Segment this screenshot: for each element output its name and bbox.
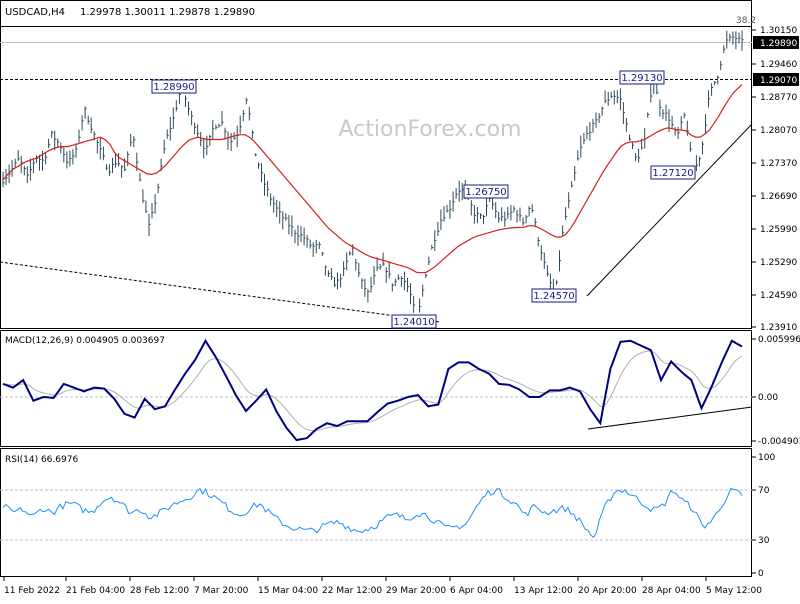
annotation-1-29130: 1.29130 bbox=[619, 70, 665, 85]
annotation-1-27120: 1.27120 bbox=[650, 165, 696, 180]
time-tick: 21 Feb 04:00 bbox=[66, 586, 125, 596]
price-tick: 1.23910 bbox=[760, 323, 797, 333]
svg-text:1.24570: 1.24570 bbox=[533, 291, 574, 302]
rsi-tick: 100 bbox=[758, 453, 775, 463]
time-tick: 22 Mar 12:00 bbox=[322, 586, 382, 596]
time-tick: 13 Apr 12:00 bbox=[514, 586, 573, 596]
macd-tick: -0.004901 bbox=[758, 437, 800, 447]
rsi-tick: 0 bbox=[758, 569, 764, 579]
annotation-1-24010: 1.24010 bbox=[391, 314, 437, 329]
time-tick: 28 Feb 12:00 bbox=[130, 586, 189, 596]
symbol-label: USDCAD,H4 bbox=[5, 7, 65, 18]
annotation-1-26750: 1.26750 bbox=[463, 184, 509, 199]
macd-tick: 0.005996 bbox=[758, 335, 800, 345]
time-tick: 20 Apr 20:00 bbox=[578, 586, 637, 596]
background bbox=[0, 0, 800, 600]
price-tick: 1.28070 bbox=[760, 126, 797, 136]
svg-text:1.29070: 1.29070 bbox=[760, 76, 797, 86]
svg-text:1.29130: 1.29130 bbox=[621, 73, 662, 84]
price-tick: 1.27370 bbox=[760, 159, 797, 169]
time-tick: 29 Mar 20:00 bbox=[386, 586, 446, 596]
ohlc-readout: 1.29978 1.30011 1.29878 1.29890 bbox=[80, 7, 255, 18]
svg-text:1.24010: 1.24010 bbox=[393, 317, 434, 328]
annotation-1-28990: 1.28990 bbox=[151, 79, 197, 94]
annotation-1-24570: 1.24570 bbox=[531, 288, 577, 303]
time-tick: 28 Apr 04:00 bbox=[642, 586, 701, 596]
svg-text:1.27120: 1.27120 bbox=[652, 168, 693, 179]
rsi-tick: 70 bbox=[758, 486, 770, 496]
time-tick: 15 Mar 04:00 bbox=[258, 586, 318, 596]
price-tick: 1.26690 bbox=[760, 192, 797, 202]
macd-label: MACD(12,26,9) 0.004905 0.003697 bbox=[5, 336, 165, 346]
price-tick: 1.29460 bbox=[760, 60, 797, 70]
chart-root: ActionForex.com USDCAD,H4 1.29978 1.3001… bbox=[0, 0, 800, 600]
svg-text:1.29890: 1.29890 bbox=[760, 39, 797, 49]
line-price-tag: 1.29070 bbox=[753, 73, 799, 86]
rsi-tick: 30 bbox=[758, 536, 770, 546]
current-price-tag: 1.29890 bbox=[753, 36, 799, 49]
watermark: ActionForex.com bbox=[339, 117, 522, 142]
rsi-label: RSI(14) 66.6976 bbox=[5, 455, 78, 465]
price-tick: 1.28770 bbox=[760, 93, 797, 103]
fib-label: 38.2 bbox=[736, 16, 756, 26]
price-tick: 1.25990 bbox=[760, 225, 797, 235]
time-tick: 6 Apr 04:00 bbox=[450, 586, 503, 596]
svg-text:1.26750: 1.26750 bbox=[465, 187, 506, 198]
price-tick: 1.30150 bbox=[760, 26, 797, 36]
time-tick: 11 Feb 2022 bbox=[4, 586, 60, 596]
chart-svg: ActionForex.com USDCAD,H4 1.29978 1.3001… bbox=[0, 0, 800, 600]
svg-text:1.28990: 1.28990 bbox=[153, 82, 194, 93]
price-tick: 1.25290 bbox=[760, 258, 797, 268]
time-tick: 7 Mar 20:00 bbox=[194, 586, 249, 596]
time-tick: 5 May 12:00 bbox=[706, 586, 762, 596]
price-tick: 1.24590 bbox=[760, 291, 797, 301]
macd-tick: 0.00 bbox=[758, 393, 778, 403]
